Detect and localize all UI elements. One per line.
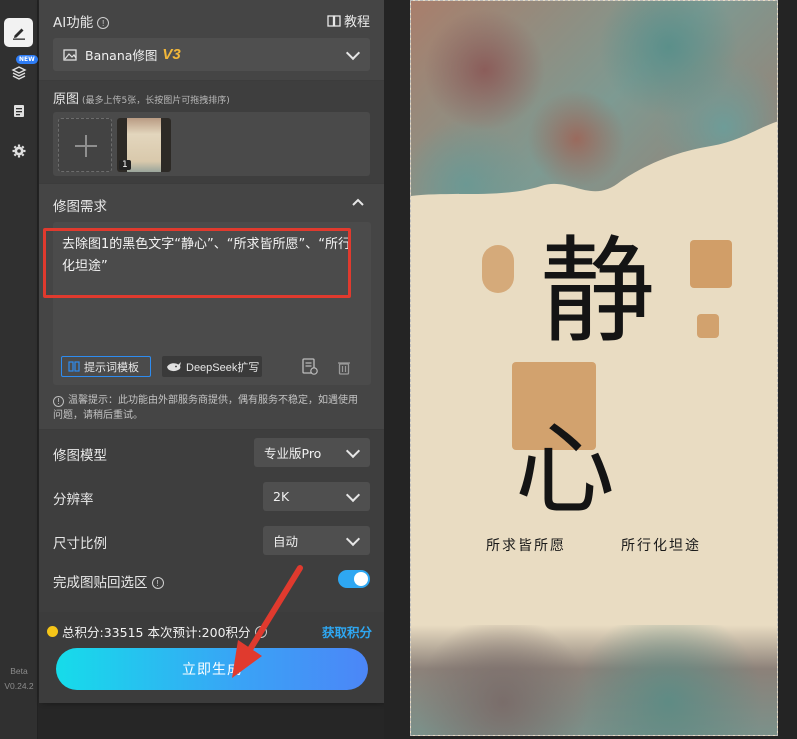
paste-back-toggle[interactable] bbox=[338, 570, 370, 588]
poster-char-jing: 静 bbox=[540, 225, 656, 359]
info-icon[interactable]: ! bbox=[254, 625, 267, 638]
gear-icon bbox=[12, 144, 25, 157]
poster-char-xin: 心 bbox=[515, 411, 615, 528]
resolution-label: 分辨率 bbox=[53, 492, 94, 508]
notice-text: ! 温馨提示：此功能由外部服务商提供，偶有服务不稳定，如遇使用问题，请稍后重试。 bbox=[53, 395, 358, 421]
info-icon: ! bbox=[53, 396, 64, 407]
history-icon[interactable] bbox=[302, 358, 318, 376]
points-summary: 总积分:33515 本次预计:200积分! bbox=[47, 622, 267, 641]
add-image-button[interactable] bbox=[58, 118, 112, 172]
source-thumbnail[interactable]: 1 bbox=[117, 118, 171, 172]
poster-line-1: 所求皆所愿 bbox=[486, 538, 566, 554]
poster-buddha-seal bbox=[690, 240, 732, 288]
layers-icon bbox=[10, 65, 27, 80]
thumbnail-index: 1 bbox=[119, 160, 131, 170]
tutorial-link[interactable]: 教程 bbox=[327, 11, 370, 30]
left-toolbar: NEW Beta V0.24.2 bbox=[0, 0, 38, 739]
pencil-icon bbox=[12, 28, 25, 40]
settings-section: 修图模型 专业版Pro 分辨率 2K 尺寸比例 自动 完成图贴回选区! bbox=[39, 430, 384, 612]
coin-icon bbox=[47, 626, 58, 637]
model-dropdown[interactable]: 专业版Pro bbox=[254, 438, 370, 467]
ratio-label: 尺寸比例 bbox=[53, 536, 107, 552]
clipboard-icon bbox=[13, 104, 24, 117]
info-icon[interactable]: ! bbox=[151, 577, 164, 589]
chevron-down-icon bbox=[345, 531, 361, 546]
deepseek-expand-button[interactable]: DeepSeek扩写 bbox=[162, 356, 262, 377]
ai-function-section: AI功能! 教程 Banana修图 V3 bbox=[39, 0, 384, 80]
book-icon bbox=[327, 15, 341, 27]
ai-function-title: AI功能! bbox=[53, 11, 110, 31]
poster-pattern-bottom bbox=[411, 625, 777, 735]
source-title: 原图 (最多上传5张，长按图片可拖拽排序) bbox=[53, 92, 230, 107]
poster-line-2: 所行化坦途 bbox=[621, 538, 701, 554]
ai-model-dropdown[interactable]: Banana修图 V3 bbox=[53, 38, 370, 71]
resolution-dropdown[interactable]: 2K bbox=[263, 482, 370, 511]
rail-edit-button[interactable] bbox=[4, 18, 33, 47]
requirement-title: 修图需求 bbox=[53, 199, 107, 215]
paste-back-label: 完成图贴回选区! bbox=[53, 571, 164, 591]
ai-panel: AI功能! 教程 Banana修图 V3 原图 (最多上传5张，长按图片可拖拽排序)… bbox=[39, 0, 384, 703]
torn-paper-edge bbox=[411, 121, 777, 241]
prompt-template-button[interactable]: 提示词模板 bbox=[61, 356, 151, 377]
new-badge: NEW bbox=[16, 55, 38, 64]
template-icon bbox=[68, 361, 80, 372]
app-root: NEW Beta V0.24.2 AI功能! 教程 Banana修图 V3 原图… bbox=[0, 0, 797, 739]
poster-gourd-seal bbox=[482, 245, 514, 293]
beta-label: Beta bbox=[10, 666, 28, 676]
chevron-down-icon bbox=[345, 45, 361, 60]
model-label: 修图模型 bbox=[53, 448, 107, 464]
rail-settings-button[interactable] bbox=[4, 136, 33, 165]
ratio-dropdown[interactable]: 自动 bbox=[263, 526, 370, 555]
chevron-up-icon[interactable] bbox=[352, 198, 364, 206]
poster-small-seal bbox=[697, 314, 719, 338]
highlight-box bbox=[43, 228, 351, 298]
chevron-down-icon bbox=[345, 487, 361, 502]
deepseek-whale-icon bbox=[167, 361, 181, 371]
info-icon[interactable]: ! bbox=[97, 17, 110, 29]
chevron-down-icon bbox=[345, 443, 361, 458]
rail-notes-button[interactable] bbox=[4, 96, 33, 125]
version-label: V0.24.2 bbox=[4, 681, 34, 691]
generate-button[interactable]: 立即生成 bbox=[56, 648, 368, 690]
image-icon bbox=[63, 48, 77, 61]
get-points-link[interactable]: 获取积分 bbox=[322, 622, 372, 641]
trash-icon[interactable] bbox=[337, 360, 351, 375]
